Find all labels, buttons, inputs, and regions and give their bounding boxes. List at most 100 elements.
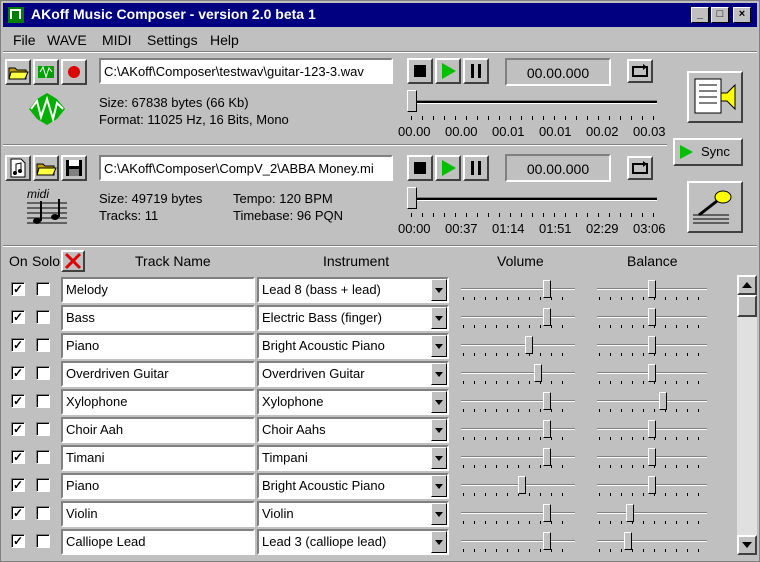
mixer-button[interactable]: [687, 71, 743, 123]
dropdown-arrow-icon[interactable]: [431, 307, 447, 329]
instrument-select[interactable]: Electric Bass (finger): [257, 305, 449, 331]
dropdown-arrow-icon[interactable]: [431, 279, 447, 301]
track-name-field[interactable]: Piano: [61, 473, 255, 499]
volume-slider-thumb[interactable]: [525, 336, 533, 354]
midi-path-field[interactable]: C:\AKoff\Composer\CompV_2\ABBA Money.mi: [99, 155, 393, 181]
volume-slider-thumb[interactable]: [543, 532, 551, 550]
solo-checkbox[interactable]: [36, 366, 50, 380]
on-checkbox[interactable]: ✓: [11, 282, 25, 296]
balance-slider-thumb[interactable]: [648, 420, 656, 438]
balance-slider-thumb[interactable]: [659, 392, 667, 410]
wave-stop-button[interactable]: [407, 58, 433, 84]
scroll-up-button[interactable]: [737, 275, 757, 295]
instrument-select[interactable]: Timpani: [257, 445, 449, 471]
track-name-field[interactable]: Violin: [61, 501, 255, 527]
track-name-field[interactable]: Piano: [61, 333, 255, 359]
maximize-button[interactable]: □: [711, 7, 729, 23]
midi-open-button[interactable]: [33, 155, 59, 181]
wave-play-button[interactable]: [435, 58, 461, 84]
volume-slider-thumb[interactable]: [543, 504, 551, 522]
volume-slider-thumb[interactable]: [543, 308, 551, 326]
track-name-field[interactable]: Overdriven Guitar: [61, 361, 255, 387]
instrument-select[interactable]: Bright Acoustic Piano: [257, 473, 449, 499]
track-name-field[interactable]: Calliope Lead: [61, 529, 255, 555]
solo-checkbox[interactable]: [36, 534, 50, 548]
volume-slider-thumb[interactable]: [518, 476, 526, 494]
midi-save-button[interactable]: [61, 155, 87, 181]
dropdown-arrow-icon[interactable]: [431, 447, 447, 469]
midi-stop-button[interactable]: [407, 155, 433, 181]
on-checkbox[interactable]: ✓: [11, 338, 25, 352]
clear-tracks-button[interactable]: [61, 250, 85, 272]
menu-wave[interactable]: WAVE: [47, 32, 87, 48]
menu-midi[interactable]: MIDI: [102, 32, 132, 48]
menu-help[interactable]: Help: [210, 32, 239, 48]
dropdown-arrow-icon[interactable]: [431, 419, 447, 441]
instrument-select[interactable]: Xylophone: [257, 389, 449, 415]
on-checkbox[interactable]: ✓: [11, 506, 25, 520]
dropdown-arrow-icon[interactable]: [431, 391, 447, 413]
solo-checkbox[interactable]: [36, 450, 50, 464]
on-checkbox[interactable]: ✓: [11, 478, 25, 492]
on-checkbox[interactable]: ✓: [11, 534, 25, 548]
wave-position-thumb[interactable]: [407, 90, 417, 112]
dropdown-arrow-icon[interactable]: [431, 475, 447, 497]
instrument-select[interactable]: Lead 3 (calliope lead): [257, 529, 449, 555]
scroll-thumb[interactable]: [737, 295, 757, 317]
track-name-field[interactable]: Melody: [61, 277, 255, 303]
wave-edit-button[interactable]: [33, 59, 59, 85]
midi-pause-button[interactable]: [463, 155, 489, 181]
wave-record-button[interactable]: [61, 59, 87, 85]
close-button[interactable]: ×: [733, 7, 751, 23]
balance-slider-thumb[interactable]: [626, 504, 634, 522]
balance-slider-thumb[interactable]: [648, 448, 656, 466]
volume-slider-thumb[interactable]: [543, 420, 551, 438]
volume-slider-thumb[interactable]: [534, 364, 542, 382]
menu-settings[interactable]: Settings: [147, 32, 198, 48]
wave-pause-button[interactable]: [463, 58, 489, 84]
minimize-button[interactable]: _: [691, 7, 709, 23]
instrument-select[interactable]: Violin: [257, 501, 449, 527]
solo-checkbox[interactable]: [36, 338, 50, 352]
menu-file[interactable]: File: [13, 32, 36, 48]
on-checkbox[interactable]: ✓: [11, 394, 25, 408]
instrument-select[interactable]: Lead 8 (bass + lead): [257, 277, 449, 303]
midi-position-thumb[interactable]: [407, 187, 417, 209]
solo-checkbox[interactable]: [36, 394, 50, 408]
on-checkbox[interactable]: ✓: [11, 450, 25, 464]
solo-checkbox[interactable]: [36, 506, 50, 520]
on-checkbox[interactable]: ✓: [11, 366, 25, 380]
track-name-field[interactable]: Timani: [61, 445, 255, 471]
compose-button[interactable]: [687, 181, 743, 233]
balance-slider-thumb[interactable]: [648, 308, 656, 326]
midi-loop-button[interactable]: [627, 156, 653, 180]
scroll-down-button[interactable]: [737, 535, 757, 555]
volume-slider-thumb[interactable]: [543, 392, 551, 410]
solo-checkbox[interactable]: [36, 310, 50, 324]
balance-slider-thumb[interactable]: [648, 336, 656, 354]
track-name-field[interactable]: Bass: [61, 305, 255, 331]
balance-slider-thumb[interactable]: [648, 476, 656, 494]
volume-slider-thumb[interactable]: [543, 448, 551, 466]
midi-play-button[interactable]: [435, 155, 461, 181]
wave-open-button[interactable]: [5, 59, 31, 85]
instrument-select[interactable]: Choir Aahs: [257, 417, 449, 443]
on-checkbox[interactable]: ✓: [11, 310, 25, 324]
balance-slider-thumb[interactable]: [648, 364, 656, 382]
track-name-field[interactable]: Xylophone: [61, 389, 255, 415]
dropdown-arrow-icon[interactable]: [431, 531, 447, 553]
instrument-select[interactable]: Overdriven Guitar: [257, 361, 449, 387]
solo-checkbox[interactable]: [36, 282, 50, 296]
midi-new-button[interactable]: [5, 155, 31, 181]
sync-button[interactable]: Sync: [673, 138, 743, 166]
title-bar[interactable]: AKoff Music Composer - version 2.0 beta …: [3, 3, 757, 27]
dropdown-arrow-icon[interactable]: [431, 363, 447, 385]
volume-slider-thumb[interactable]: [543, 280, 551, 298]
track-name-field[interactable]: Choir Aah: [61, 417, 255, 443]
vertical-scrollbar[interactable]: [737, 275, 757, 555]
balance-slider-thumb[interactable]: [648, 280, 656, 298]
solo-checkbox[interactable]: [36, 478, 50, 492]
wave-path-field[interactable]: C:\AKoff\Composer\testwav\guitar-123-3.w…: [99, 58, 393, 84]
balance-slider-thumb[interactable]: [624, 532, 632, 550]
dropdown-arrow-icon[interactable]: [431, 335, 447, 357]
